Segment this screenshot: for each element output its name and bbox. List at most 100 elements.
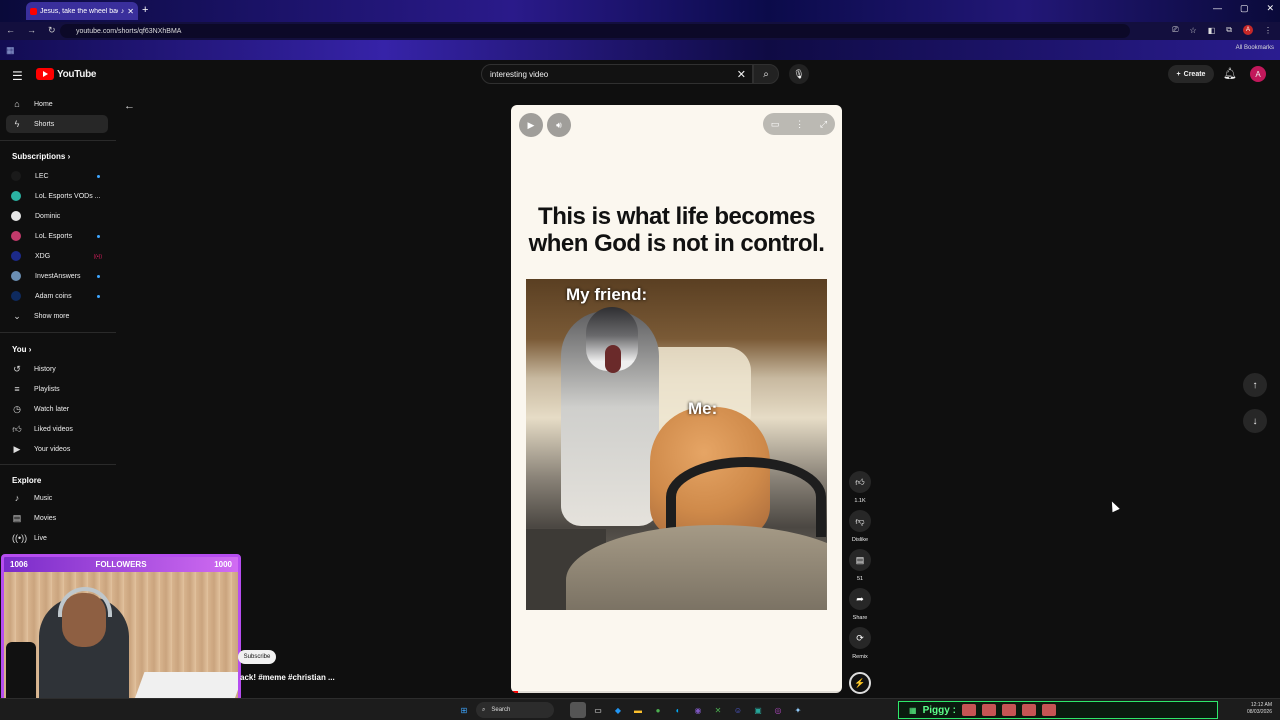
- channel-avatar: [11, 211, 21, 221]
- all-bookmarks[interactable]: All Bookmarks: [1236, 45, 1274, 51]
- install-icon[interactable]: ⎚: [1172, 25, 1178, 35]
- chevron-right-icon: ›: [26, 345, 32, 354]
- channel-logo-icon[interactable]: ⚡: [849, 672, 871, 694]
- dislike-action[interactable]: 👎︎ Dislike: [849, 510, 871, 543]
- mouse-cursor: [1108, 499, 1120, 513]
- voice-search-button[interactable]: 🎙︎: [789, 64, 809, 84]
- next-short-button[interactable]: ↓: [1243, 409, 1267, 433]
- sidebar-item-label: Shorts: [34, 120, 55, 128]
- close-tab-icon[interactable]: ✕: [127, 7, 134, 16]
- sidebar-item-channel[interactable]: XDG ((•)): [6, 247, 108, 265]
- puzzle-icon[interactable]: ⧉: [1226, 25, 1232, 35]
- volume-button[interactable]: 🔊︎: [547, 113, 571, 137]
- youtube-logo[interactable]: YouTube: [36, 68, 97, 80]
- clear-search-icon[interactable]: ✕: [737, 68, 746, 81]
- sidebar-item-playlists[interactable]: ≡ Playlists: [6, 380, 108, 398]
- more-options-icon[interactable]: ⋮: [795, 119, 804, 130]
- folder-icon[interactable]: ▬: [630, 702, 646, 718]
- new-tab-icon[interactable]: +: [142, 4, 148, 16]
- sidebar-item-history[interactable]: ↺ History: [6, 360, 108, 378]
- forward-icon[interactable]: →: [27, 25, 36, 36]
- terminal-icon[interactable]: ▣: [750, 702, 766, 718]
- sidebar-item-channel[interactable]: InvestAnswers: [6, 267, 108, 285]
- video-progress-bar[interactable]: [511, 691, 842, 693]
- search-input[interactable]: interesting video ✕: [481, 64, 753, 84]
- play-icon: ▶: [527, 119, 535, 130]
- sidebar-item-shorts[interactable]: ϟ Shorts: [6, 115, 108, 133]
- piggy-logo-icon: ▦: [909, 705, 917, 715]
- edge-icon[interactable]: ◐: [670, 702, 686, 718]
- browser-tab[interactable]: Jesus, take the wheel back! ♪ ✕: [26, 2, 138, 20]
- sidebar-item-your-videos[interactable]: ▶ Your videos: [6, 440, 108, 458]
- show-more-button[interactable]: ⌄ Show more: [6, 307, 108, 325]
- sidebar-item-channel[interactable]: Dominic: [6, 207, 108, 225]
- tab-title: Jesus, take the wheel back!: [40, 7, 118, 15]
- sidebar-item-channel[interactable]: LoL Esports VODs ...: [6, 187, 108, 205]
- sidebar-item-channel[interactable]: Adam coins: [6, 287, 108, 305]
- share-icon[interactable]: ➦: [849, 588, 871, 610]
- xbox-icon[interactable]: ✕: [710, 702, 726, 718]
- file-explorer-icon[interactable]: ▭: [590, 702, 606, 718]
- fullscreen-icon[interactable]: ⤢: [820, 119, 827, 130]
- obs-icon[interactable]: ◎: [770, 702, 786, 718]
- close-window-icon[interactable]: ✕: [1266, 3, 1274, 14]
- windows-start-icon[interactable]: ⊞: [456, 702, 472, 718]
- task-view-icon[interactable]: [570, 702, 586, 718]
- sidebar-item-watch-later[interactable]: ◷ Watch later: [6, 400, 108, 418]
- sidebar-item-music[interactable]: ♪ Music: [6, 489, 108, 507]
- remix-action[interactable]: ⟳ Remix: [849, 627, 871, 660]
- playlists-icon: ≡: [14, 384, 20, 394]
- minimize-icon[interactable]: —: [1213, 3, 1222, 14]
- menu-dots-icon[interactable]: ⋮: [1264, 26, 1272, 35]
- logo-text: YouTube: [57, 68, 97, 80]
- back-icon[interactable]: ←: [6, 25, 15, 36]
- apps-icon[interactable]: ▦: [6, 45, 15, 56]
- comment-icon[interactable]: ▤: [849, 549, 871, 571]
- menu-icon[interactable]: ☰: [12, 69, 23, 83]
- url-field[interactable]: youtube.com/shorts/qf63NXhBMA: [60, 24, 1130, 38]
- subscribe-button[interactable]: Subscribe: [238, 650, 276, 664]
- sidebar-item-home[interactable]: ⌂ Home: [6, 95, 108, 113]
- steam-icon[interactable]: ✦: [790, 702, 806, 718]
- explore-heading[interactable]: Explore: [12, 476, 41, 485]
- like-action[interactable]: 👍︎ 1.1K: [849, 471, 871, 504]
- create-button[interactable]: + Create: [1168, 65, 1214, 83]
- sidebar-item-movies[interactable]: ▤ Movies: [6, 509, 108, 527]
- remix-icon[interactable]: ⟳: [849, 627, 871, 649]
- account-avatar[interactable]: A: [1250, 66, 1266, 82]
- sidebar-item-channel[interactable]: LEC: [6, 167, 108, 185]
- you-heading[interactable]: You ›: [12, 345, 31, 354]
- search-button[interactable]: ⌕: [753, 64, 779, 84]
- reload-icon[interactable]: ↻: [48, 25, 56, 36]
- taskbar-search-icon: ⌕: [482, 706, 486, 713]
- discord-icon[interactable]: ☺: [730, 702, 746, 718]
- bookmark-star-icon[interactable]: ☆: [1190, 26, 1197, 35]
- like-icon[interactable]: 👍︎: [849, 471, 871, 493]
- dislike-icon[interactable]: 👎︎: [849, 510, 871, 532]
- captions-icon[interactable]: ▭: [771, 119, 780, 130]
- channel-name: Adam coins: [35, 292, 72, 300]
- maximize-icon[interactable]: ▢: [1240, 3, 1249, 14]
- sidebar-back-arrow-icon[interactable]: ←: [124, 100, 135, 112]
- sidebar-item-channel[interactable]: LoL Esports: [6, 227, 108, 245]
- movies-icon: ▤: [12, 512, 22, 523]
- subscriptions-heading[interactable]: Subscriptions ›: [12, 152, 70, 161]
- extension-icon[interactable]: ◧: [1208, 26, 1216, 35]
- audio-icon[interactable]: ♪: [121, 8, 125, 15]
- copilot-icon[interactable]: ◆: [610, 702, 626, 718]
- profile-icon[interactable]: A: [1243, 25, 1253, 35]
- previous-short-button[interactable]: ↑: [1243, 373, 1267, 397]
- chrome-icon[interactable]: ●: [650, 702, 666, 718]
- taskbar-search[interactable]: ⌕ Search: [476, 702, 554, 718]
- shorts-player[interactable]: ▶ 🔊︎ ▭ ⋮ ⤢ This is what life becomes whe…: [511, 105, 842, 693]
- piggy-emote-icon: [981, 704, 996, 716]
- app-icon[interactable]: ◉: [690, 702, 706, 718]
- sidebar-item-liked-videos[interactable]: 👍︎ Liked videos: [6, 420, 108, 438]
- play-button[interactable]: ▶: [519, 113, 543, 137]
- system-tray-clock[interactable]: 12:12 AM 08/03/2026: [1247, 702, 1272, 716]
- comments-action[interactable]: ▤ 51: [849, 549, 871, 582]
- short-title[interactable]: ack! #meme #christian ...: [240, 673, 335, 682]
- share-action[interactable]: ➦ Share: [849, 588, 871, 621]
- sidebar-item-live[interactable]: ((•)) Live: [6, 529, 108, 547]
- notifications-bell-icon[interactable]: 🔔︎: [1223, 67, 1237, 80]
